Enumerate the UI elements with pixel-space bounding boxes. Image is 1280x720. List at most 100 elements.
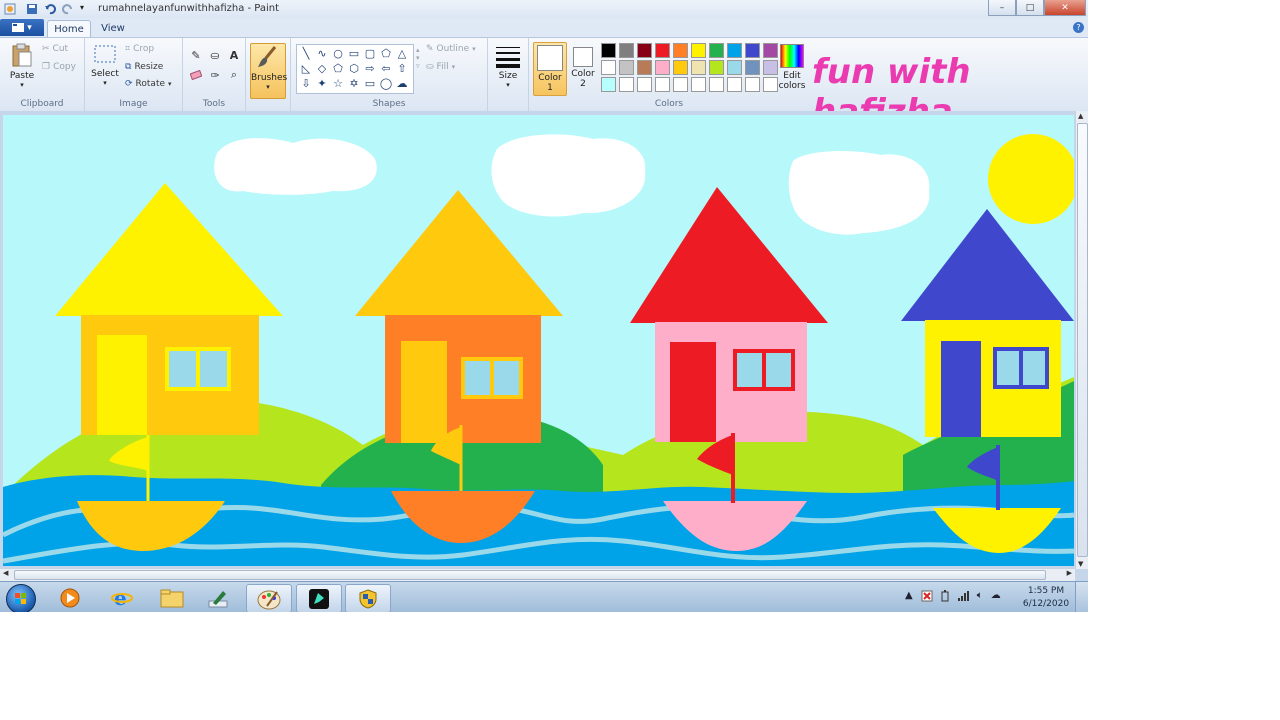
select-button[interactable]: Select ▾ — [89, 44, 121, 87]
star4-shape-icon[interactable]: ✦ — [314, 76, 330, 91]
palette-swatch[interactable] — [763, 43, 778, 58]
help-icon[interactable]: ? — [1073, 22, 1084, 33]
cut-button[interactable]: ✂ Cut — [42, 44, 68, 54]
paint-app-icon[interactable] — [4, 3, 16, 15]
paint-menu-button[interactable]: ▾ — [0, 19, 44, 36]
arrow-left-shape-icon[interactable]: ⇦ — [378, 61, 394, 76]
palette-swatch[interactable] — [727, 77, 742, 92]
undo-icon[interactable] — [44, 3, 56, 15]
scroll-left-arrow[interactable]: ◀ — [3, 569, 8, 577]
star5-shape-icon[interactable]: ☆ — [330, 76, 346, 91]
color2-button[interactable]: Color 2 — [567, 42, 599, 94]
outline-button[interactable]: ✎ Outline ▾ — [426, 44, 476, 54]
palette-swatch[interactable] — [637, 60, 652, 75]
palette-swatch[interactable] — [637, 43, 652, 58]
fill-button[interactable]: ⛀ Fill ▾ — [426, 62, 455, 72]
palette-swatch[interactable] — [619, 60, 634, 75]
paste-button[interactable]: Paste ▾ — [6, 42, 38, 89]
palette-swatch[interactable] — [691, 43, 706, 58]
copy-button[interactable]: ❐ Copy — [42, 62, 76, 72]
cloud-shape-icon[interactable]: ☁ — [394, 76, 410, 91]
palette-swatch[interactable] — [619, 43, 634, 58]
palette-swatch[interactable] — [709, 77, 724, 92]
star6-shape-icon[interactable]: ✡ — [346, 76, 362, 91]
cloud-icon[interactable]: ☁ — [991, 590, 1001, 605]
pencil-icon[interactable]: ✎ — [188, 47, 204, 63]
curve-shape-icon[interactable]: ∿ — [314, 46, 330, 61]
close-button[interactable]: ✕ — [1044, 0, 1086, 16]
scroll-right-arrow[interactable]: ▶ — [1067, 569, 1072, 577]
palette-swatch[interactable] — [601, 43, 616, 58]
palette-swatch[interactable] — [763, 60, 778, 75]
oval-shape-icon[interactable]: ○ — [330, 46, 346, 61]
clock[interactable]: 1:55 PM 6/12/2020 — [1022, 585, 1070, 611]
customize-toolbar-icon[interactable]: ▾ — [80, 3, 92, 15]
taskbar-file-explorer[interactable] — [150, 584, 194, 611]
text-icon[interactable]: A — [226, 47, 242, 63]
palette-swatch[interactable] — [673, 43, 688, 58]
fill-bucket-icon[interactable]: ⛀ — [207, 47, 223, 63]
palette-swatch[interactable] — [727, 43, 742, 58]
palette-swatch[interactable] — [601, 77, 616, 92]
palette-swatch[interactable] — [763, 77, 778, 92]
redo-icon[interactable] — [62, 3, 74, 15]
tab-view[interactable]: View — [94, 20, 132, 37]
volume-icon[interactable]: 🔈︎ — [977, 590, 983, 605]
palette-swatch[interactable] — [655, 43, 670, 58]
palette-swatch[interactable] — [619, 77, 634, 92]
battery-icon[interactable] — [941, 590, 949, 605]
palette-swatch[interactable] — [727, 60, 742, 75]
diamond-shape-icon[interactable]: ◇ — [314, 61, 330, 76]
scroll-down-arrow[interactable]: ▼ — [1078, 560, 1083, 568]
palette-swatch[interactable] — [709, 43, 724, 58]
pentagon-shape-icon[interactable]: ⬠ — [330, 61, 346, 76]
triangle-shape-icon[interactable]: △ — [394, 46, 410, 61]
rectangle-shape-icon[interactable]: ▭ — [346, 46, 362, 61]
palette-swatch[interactable] — [745, 60, 760, 75]
scroll-thumb[interactable] — [14, 570, 1046, 580]
start-button[interactable] — [6, 584, 36, 612]
palette-swatch[interactable] — [745, 77, 760, 92]
color-picker-icon[interactable]: ✑ — [207, 67, 223, 83]
palette-swatch[interactable] — [745, 43, 760, 58]
taskbar-media-player[interactable] — [48, 584, 92, 611]
arrow-up-shape-icon[interactable]: ⇧ — [394, 61, 410, 76]
palette-swatch[interactable] — [709, 60, 724, 75]
color1-button[interactable]: Color 1 — [533, 42, 567, 96]
taskbar-security[interactable] — [345, 584, 391, 612]
drawing-canvas[interactable] — [3, 115, 1074, 566]
taskbar-paint[interactable] — [246, 584, 292, 612]
callout-oval-shape-icon[interactable]: ◯ — [378, 76, 394, 91]
rounded-rectangle-shape-icon[interactable]: ▢ — [362, 46, 378, 61]
horizontal-scrollbar[interactable]: ◀ ▶ — [0, 568, 1075, 581]
save-icon[interactable] — [26, 3, 38, 15]
show-hidden-icon[interactable]: ▲ — [905, 590, 913, 605]
palette-swatch[interactable] — [691, 77, 706, 92]
hexagon-shape-icon[interactable]: ⬡ — [346, 61, 362, 76]
taskbar-pen-app[interactable] — [196, 584, 240, 611]
callout-rect-shape-icon[interactable]: ▭ — [362, 76, 378, 91]
edit-colors-button[interactable]: Edit colors — [778, 44, 806, 91]
eraser-icon[interactable] — [188, 67, 204, 83]
minimize-button[interactable]: – — [988, 0, 1016, 16]
arrow-down-shape-icon[interactable]: ⇩ — [298, 76, 314, 91]
right-triangle-shape-icon[interactable]: ◺ — [298, 61, 314, 76]
maximize-button[interactable]: □ — [1016, 0, 1044, 16]
crop-button[interactable]: ⌗ Crop — [125, 44, 154, 54]
palette-swatch[interactable] — [655, 77, 670, 92]
taskbar-filmora[interactable] — [296, 584, 342, 612]
arrow-right-shape-icon[interactable]: ⇨ — [362, 61, 378, 76]
palette-swatch[interactable] — [601, 60, 616, 75]
palette-swatch[interactable] — [691, 60, 706, 75]
vertical-scrollbar[interactable]: ▲ ▼ — [1075, 111, 1088, 569]
network-signal-icon[interactable] — [957, 590, 969, 605]
polygon-shape-icon[interactable]: ⬠ — [378, 46, 394, 61]
tab-home[interactable]: Home — [47, 20, 91, 38]
scroll-up-arrow[interactable]: ▲ — [1078, 112, 1083, 120]
rotate-button[interactable]: ⟳ Rotate ▾ — [125, 79, 172, 89]
show-desktop-button[interactable] — [1075, 582, 1088, 612]
palette-swatch[interactable] — [637, 77, 652, 92]
line-shape-icon[interactable]: ╲ — [298, 46, 314, 61]
action-center-icon[interactable] — [921, 590, 933, 605]
palette-swatch[interactable] — [655, 60, 670, 75]
